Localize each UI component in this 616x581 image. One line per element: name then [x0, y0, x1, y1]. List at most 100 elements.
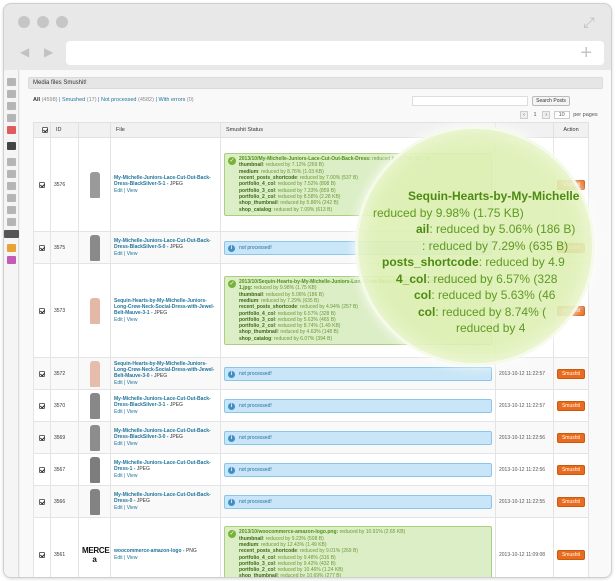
row-checkbox[interactable] [39, 466, 45, 473]
minimize-dot[interactable] [37, 16, 49, 28]
file-link[interactable]: My-Michelle-Juniors-Lace-Cut-Out-Back-Dr… [114, 175, 211, 187]
file-link[interactable]: My-Michelle-Juniors-Lace-Cut-Out-Back-Dr… [114, 396, 211, 408]
row-checkbox[interactable] [39, 370, 45, 377]
view-link[interactable]: View [127, 188, 138, 194]
row-checkbox[interactable] [39, 402, 45, 409]
search-posts-button[interactable]: Search Posts [532, 96, 570, 106]
file-link[interactable]: woocommerce-amazon-logo [114, 548, 182, 554]
action-cell: Smushit [553, 357, 589, 390]
menu-icon[interactable] [7, 114, 16, 122]
view-link[interactable]: View [127, 380, 138, 386]
zoom-magnifier: Sequin-Hearts-by-My-Michelle reduced by 9… [355, 126, 595, 366]
menu-icon[interactable] [7, 102, 16, 110]
thumb-cell[interactable]: MERCE a [78, 517, 111, 577]
view-link[interactable]: View [127, 317, 138, 323]
thumb-cell[interactable] [78, 389, 111, 422]
row-select-cell[interactable] [33, 231, 51, 264]
media-menu-icon[interactable] [4, 230, 19, 238]
magnified-text-line: reduced by 9.98% (1.75 KB) [373, 205, 524, 220]
edit-link[interactable]: Edit [114, 317, 123, 323]
filter-all[interactable]: All [33, 97, 40, 103]
row-select-cell[interactable] [33, 263, 51, 358]
edit-link[interactable]: Edit [114, 188, 123, 194]
back-icon[interactable]: ◀ [20, 45, 29, 59]
address-bar[interactable]: + [66, 41, 604, 65]
menu-icon[interactable] [7, 142, 16, 150]
filter-smushed[interactable]: Smushed [62, 97, 85, 103]
row-checkbox[interactable] [39, 181, 45, 188]
view-link[interactable]: View [127, 441, 138, 447]
view-link[interactable]: View [127, 555, 138, 561]
edit-link[interactable]: Edit [114, 380, 123, 386]
row-select-cell[interactable] [33, 421, 51, 454]
prev-page-button[interactable]: ‹ [520, 111, 528, 119]
row-id: 3570 [50, 389, 79, 422]
smushit-button[interactable]: Smushit [557, 464, 585, 475]
row-checkbox[interactable] [39, 551, 45, 558]
row-checkbox[interactable] [39, 434, 45, 441]
file-thumbnail [89, 424, 100, 451]
thumb-cell[interactable] [78, 263, 111, 358]
row-select-cell[interactable] [33, 389, 51, 422]
filter-with-errors[interactable]: With errors [158, 97, 185, 103]
file-link[interactable]: My-Michelle-Juniors-Lace-Cut-Out-Back-Dr… [114, 428, 211, 440]
thumb-cell[interactable] [78, 231, 111, 264]
menu-icon[interactable] [7, 182, 16, 190]
row-select-cell[interactable] [33, 453, 51, 486]
fullscreen-icon[interactable]: ⤢ [581, 14, 597, 30]
row-select-cell[interactable] [33, 517, 51, 577]
menu-icon[interactable] [7, 206, 16, 214]
edit-link[interactable]: Edit [114, 251, 123, 257]
search-input[interactable] [412, 96, 528, 106]
row-select-cell[interactable] [33, 137, 51, 232]
smushit-button[interactable]: Smushit [557, 496, 585, 507]
close-dot[interactable] [18, 16, 30, 28]
smushit-button[interactable]: Smushit [557, 400, 585, 411]
menu-icon[interactable] [7, 78, 16, 86]
smushit-button[interactable]: Smushit [557, 432, 585, 443]
edit-link[interactable]: Edit [114, 409, 123, 415]
file-link[interactable]: My-Michelle-Juniors-Lace-Cut-Out-Back-Dr… [114, 492, 211, 504]
next-page-button[interactable]: › [542, 111, 551, 119]
select-all-cell[interactable] [33, 122, 51, 138]
smushit-button[interactable]: Smushit [557, 368, 585, 379]
size-line: shop_thumbnail: reduced by 10.69% (277 B… [239, 573, 342, 577]
menu-icon[interactable] [7, 256, 16, 264]
per-page-select[interactable]: 10 [553, 111, 570, 119]
smushit-button[interactable]: Smushit [557, 549, 585, 560]
view-link[interactable]: View [127, 251, 138, 257]
row-checkbox[interactable] [39, 244, 45, 251]
thumb-cell[interactable] [78, 453, 111, 486]
edit-link[interactable]: Edit [114, 441, 123, 447]
row-id: 3566 [50, 485, 79, 518]
row-select-cell[interactable] [33, 485, 51, 518]
menu-icon[interactable] [7, 90, 16, 98]
filter-not-processed[interactable]: Not processed [101, 97, 136, 103]
file-link[interactable]: My-Michelle-Juniors-Lace-Cut-Out-Back-Dr… [114, 238, 211, 250]
select-all-checkbox[interactable] [41, 127, 48, 133]
new-tab-icon[interactable]: + [580, 41, 592, 65]
view-link[interactable]: View [127, 473, 138, 479]
row-select-cell[interactable] [33, 357, 51, 390]
edit-link[interactable]: Edit [114, 473, 123, 479]
file-thumbnail [89, 456, 100, 483]
thumb-cell[interactable] [78, 357, 111, 390]
thumb-cell[interactable] [78, 137, 111, 232]
menu-icon[interactable] [7, 218, 16, 226]
menu-icon[interactable] [7, 126, 16, 134]
forward-icon[interactable]: ▶ [44, 45, 53, 59]
row-checkbox[interactable] [39, 307, 45, 314]
thumb-cell[interactable] [78, 485, 111, 518]
row-checkbox[interactable] [39, 498, 45, 505]
maximize-dot[interactable] [56, 16, 68, 28]
thumb-cell[interactable] [78, 421, 111, 454]
edit-link[interactable]: Edit [114, 555, 123, 561]
menu-icon[interactable] [7, 170, 16, 178]
view-link[interactable]: View [127, 505, 138, 511]
menu-icon[interactable] [7, 244, 16, 252]
file-link[interactable]: My-Michelle-Juniors-Lace-Cut-Out-Back-Dr… [114, 460, 211, 472]
menu-icon[interactable] [7, 194, 16, 202]
edit-link[interactable]: Edit [114, 505, 123, 511]
menu-icon[interactable] [7, 158, 16, 166]
view-link[interactable]: View [127, 409, 138, 415]
